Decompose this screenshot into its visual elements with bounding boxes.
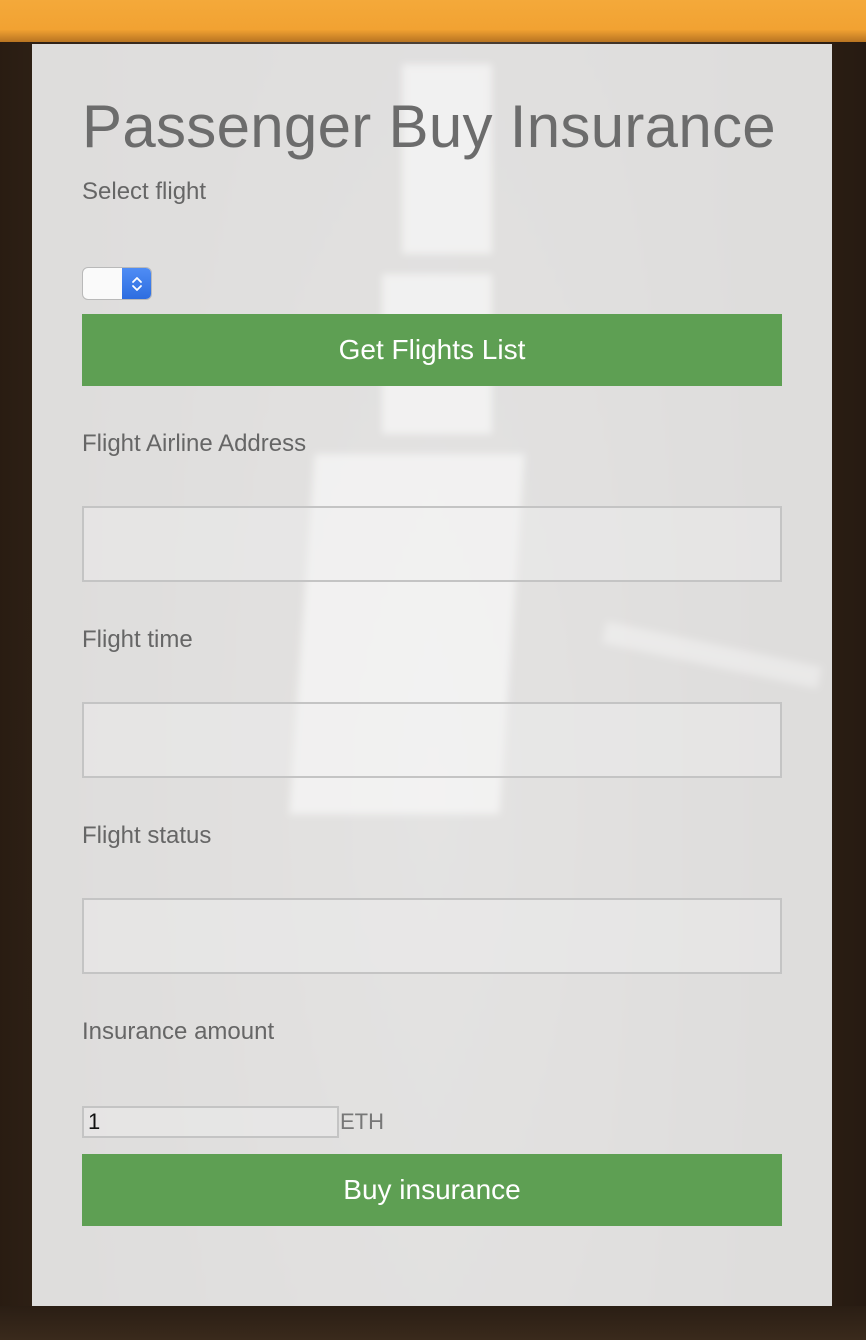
header-bar: [0, 0, 866, 42]
background-strip: [0, 1306, 866, 1340]
insurance-amount-input[interactable]: [82, 1106, 339, 1138]
flight-status-field[interactable]: [82, 898, 782, 974]
select-flight-label: Select flight: [82, 178, 207, 205]
insurance-amount-label: Insurance amount: [82, 1018, 275, 1045]
get-flights-button[interactable]: Get Flights List: [82, 314, 782, 386]
form-panel: Passenger Buy Insurance Select flight Ge…: [32, 44, 832, 1306]
flight-status-label: Flight status: [82, 822, 212, 849]
flight-time-field[interactable]: [82, 702, 782, 778]
chevron-up-down-icon: [122, 268, 151, 299]
page-title: Passenger Buy Insurance: [82, 93, 776, 160]
buy-insurance-button[interactable]: Buy insurance: [82, 1154, 782, 1226]
flight-time-label: Flight time: [82, 626, 193, 653]
currency-unit: ETH: [340, 1109, 384, 1134]
airline-address-label: Flight Airline Address: [82, 430, 307, 457]
insurance-amount-row: ETH: [82, 1106, 384, 1138]
flight-select[interactable]: [82, 267, 152, 300]
airline-address-field[interactable]: [82, 506, 782, 582]
background-road-marking: [602, 621, 822, 689]
